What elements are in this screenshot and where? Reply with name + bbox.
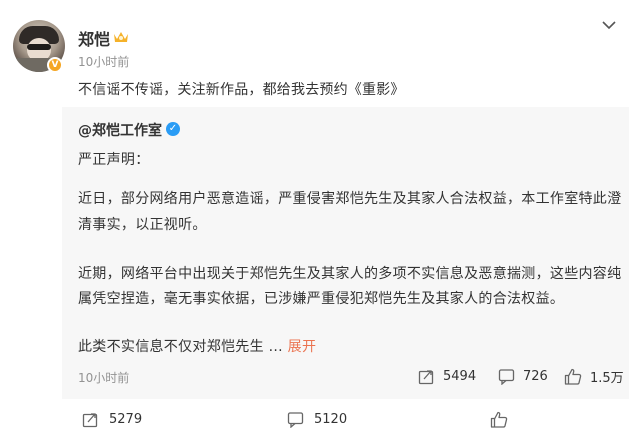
share-count: 5279 xyxy=(109,412,143,427)
repost-text-line: 近期，网络平台中出现关于郑恺先生及其家人的多项不实信息及恶意揣测，这些内容纯 xyxy=(78,266,622,282)
repost-truncated-text: 此类不实信息不仅对郑恺先生 ... xyxy=(78,339,283,355)
chevron-down-icon[interactable] xyxy=(602,20,616,30)
post-text: 不信谣不传谣，关注新作品，都给我去预约《重影》 xyxy=(78,82,405,98)
expand-link[interactable]: 展开 xyxy=(288,339,317,355)
share-button[interactable]: 5279 xyxy=(82,411,142,428)
repost-block[interactable]: @郑恺工作室 ✓ 严正声明： 近日，部分网络用户恶意造谣，严重侵害郑恺先生及其家… xyxy=(62,107,629,399)
post-time[interactable]: 10小时前 xyxy=(78,53,129,70)
repost-text-line: 属凭空捏造，毫无事实依据，已涉嫌严重侵犯郑恺先生及其家人的合法权益。 xyxy=(78,291,565,307)
verified-icon: ✓ xyxy=(166,122,180,136)
thumbs-up-icon xyxy=(490,411,508,428)
repost-like-button[interactable]: 1.5万 xyxy=(564,365,624,387)
thumbs-up-icon xyxy=(564,368,582,385)
repost-author[interactable]: @郑恺工作室 xyxy=(78,120,162,140)
repost-text-line: 严正声明： xyxy=(78,152,150,168)
repost-comment-button[interactable]: 726 xyxy=(498,365,548,387)
weibo-post-card: V 郑恺 10小时前 不信谣不传谣，关注新作品，都给我去预约《重影》 @郑恺工作… xyxy=(0,0,629,442)
crown-icon xyxy=(114,32,128,42)
comment-icon xyxy=(287,412,304,428)
like-button[interactable] xyxy=(490,411,518,428)
repost-text-line: 清事实，以正视听。 xyxy=(78,217,207,233)
repost-share-button[interactable]: 5494 xyxy=(418,365,476,387)
repost-text-line-last: 此类不实信息不仅对郑恺先生 ... 展开 xyxy=(78,336,316,356)
share-icon xyxy=(418,369,434,384)
repost-time[interactable]: 10小时前 xyxy=(78,369,129,386)
post-action-bar: 5279 5120 xyxy=(0,399,629,442)
comment-icon xyxy=(498,368,515,385)
share-icon xyxy=(82,413,98,428)
comment-count: 5120 xyxy=(314,412,348,427)
repost-share-count: 5494 xyxy=(443,368,477,384)
repost-comment-count: 726 xyxy=(523,368,548,384)
username[interactable]: 郑恺 xyxy=(78,26,110,50)
vip-badge-icon: V xyxy=(47,57,63,73)
comment-button[interactable]: 5120 xyxy=(287,411,347,428)
repost-text-line: 近日，部分网络用户恶意造谣，严重侵害郑恺先生及其家人合法权益，本工作室特此澄 xyxy=(78,191,622,207)
repost-like-count: 1.5万 xyxy=(590,370,624,386)
